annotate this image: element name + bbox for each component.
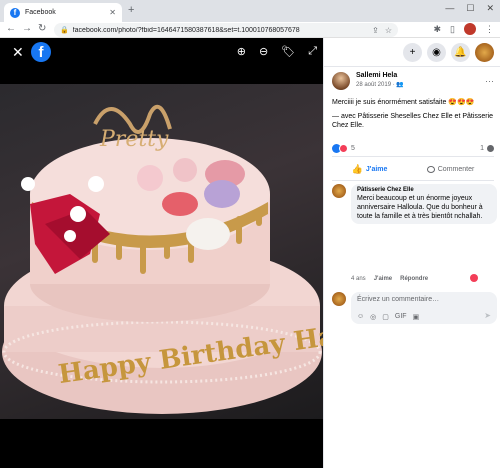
close-viewer-icon[interactable]: ✕	[12, 44, 24, 61]
url-text[interactable]: facebook.com/photo/?fbid=164647158038761…	[73, 27, 366, 34]
comment-icon	[426, 165, 435, 173]
camera-icon[interactable]: ◎	[370, 313, 376, 321]
post-actions: 👍 J'aime Commenter	[332, 160, 494, 178]
audience-icon: 👥	[396, 82, 404, 88]
address-bar[interactable]: 🔒 facebook.com/photo/?fbid=1646471580387…	[54, 23, 398, 37]
comment-age[interactable]: 4 ans	[351, 276, 366, 282]
toolbar-right: ✱ ▯ ⋮	[434, 23, 494, 35]
topper-text: Pretty	[99, 127, 169, 152]
tab-title: Facebook	[25, 9, 56, 16]
bookmark-star-icon[interactable]: ☆	[385, 26, 392, 35]
profile-avatar[interactable]	[464, 23, 476, 35]
comment-text: Merci beaucoup et un énorme joyeux anniv…	[357, 195, 483, 220]
commenter-avatar[interactable]	[332, 184, 346, 198]
comment-bubble: Pâtisserie Chez Elle Merci beaucoup et u…	[351, 184, 497, 224]
back-arrow-icon[interactable]: ←	[6, 23, 16, 34]
messenger-icon[interactable]: ◉	[427, 42, 446, 62]
cake-photo[interactable]: Pretty Happy Birthday Halloula	[0, 84, 323, 419]
browser-tab-bar: f Facebook ✕ + — ☐ ✕	[0, 0, 500, 22]
comment-label: Commenter	[437, 165, 475, 173]
composer-tools: ☺ ◎ ▢ GIF ▣	[357, 313, 419, 321]
create-icon[interactable]: +	[403, 42, 422, 62]
tab-close-icon[interactable]: ✕	[109, 8, 116, 17]
post-date[interactable]: 28 août 2019 ·	[356, 82, 396, 88]
zoom-in-icon[interactable]: ⊕	[237, 45, 246, 58]
divider	[324, 66, 500, 67]
forward-arrow-icon[interactable]: →	[22, 23, 32, 34]
love-reaction-icon	[339, 144, 348, 153]
post-tagged: — avec Pâtisserie Sheselles Chez Elle et…	[332, 113, 494, 129]
cake-illustration: Pretty Happy Birthday Halloula	[2, 104, 323, 414]
panel-top-bar: + ◉ 🔔	[323, 38, 500, 66]
browser-menu-icon[interactable]: ⋮	[485, 24, 494, 35]
notifications-icon[interactable]: 🔔	[451, 42, 470, 62]
zoom-out-icon[interactable]: ⊖	[259, 45, 268, 58]
comment-count[interactable]: 1	[480, 145, 484, 152]
reactions-summary[interactable]: 5 1	[332, 144, 494, 153]
comment-like-link[interactable]: J'aime	[374, 276, 392, 282]
post-message: Merciiii je suis énormément satisfaite 😍…	[332, 99, 475, 106]
new-tab-button[interactable]: +	[128, 4, 134, 16]
minimize-button[interactable]: —	[445, 3, 454, 14]
emoji-icon[interactable]: ☺	[357, 313, 364, 321]
post-body: Merciiii je suis énormément satisfaite 😍…	[332, 98, 494, 135]
photo-viewer: ✕ f ⊕ ⊖ 🏷 ⤢ Pretty Happy Birthday Hallou…	[0, 38, 323, 468]
comment-item: Pâtisserie Chez Elle Merci beaucoup et u…	[332, 184, 497, 224]
divider	[332, 156, 494, 157]
share-icon[interactable]: ⇪	[372, 26, 379, 35]
facebook-favicon-icon: f	[10, 7, 20, 18]
post-options-icon[interactable]: ···	[485, 76, 494, 86]
reaction-count[interactable]: 5	[351, 145, 480, 152]
comment-love-reaction-icon[interactable]	[470, 274, 478, 282]
reload-icon[interactable]: ↻	[38, 23, 46, 34]
browser-toolbar: ← → ↻ 🔒 facebook.com/photo/?fbid=1646471…	[0, 22, 500, 38]
author-avatar[interactable]	[332, 72, 350, 90]
like-label: J'aime	[365, 165, 388, 173]
fullscreen-icon[interactable]: ⤢	[308, 45, 317, 58]
gif-icon[interactable]: GIF	[395, 313, 407, 321]
post-header: Sallemi Hela 28 août 2019 · 👥	[332, 72, 404, 90]
comment-input[interactable]: Écrivez un commentaire… ☺ ◎ ▢ GIF ▣ ➤	[351, 292, 497, 324]
post-panel: + ◉ 🔔 Sallemi Hela 28 août 2019 · 👥 ··· …	[323, 38, 500, 468]
comment-meta: 4 ans J'aime Répondre	[351, 276, 428, 282]
lock-icon: 🔒	[60, 27, 69, 34]
sticker-icon[interactable]: ▢	[382, 313, 389, 321]
tag-icon[interactable]: 🏷	[281, 45, 295, 58]
comment-reply-link[interactable]: Répondre	[400, 276, 428, 282]
avatar-sticker-icon[interactable]: ▣	[413, 313, 420, 321]
viewer-tools: ⊕ ⊖ 🏷 ⤢	[237, 45, 317, 58]
composer-avatar	[332, 292, 346, 306]
like-button[interactable]: 👍 J'aime	[352, 164, 388, 175]
facebook-logo-icon[interactable]: f	[31, 42, 51, 62]
post-author[interactable]: Sallemi Hela	[356, 72, 404, 79]
window-close-button[interactable]: ✕	[486, 3, 494, 14]
maximize-button[interactable]: ☐	[466, 3, 474, 14]
thumbs-up-icon: 👍	[351, 163, 363, 174]
extensions-icon[interactable]: ✱	[434, 24, 442, 35]
account-avatar[interactable]	[475, 42, 494, 62]
send-icon[interactable]: ➤	[484, 311, 491, 320]
comment-placeholder[interactable]: Écrivez un commentaire…	[357, 296, 491, 303]
commenter-name[interactable]: Pâtisserie Chez Elle	[357, 187, 491, 193]
browser-tab[interactable]: f Facebook ✕	[4, 3, 122, 22]
window-controls: — ☐ ✕	[445, 3, 494, 14]
sidepanel-icon[interactable]: ▯	[450, 24, 455, 35]
comment-composer: Écrivez un commentaire… ☺ ◎ ▢ GIF ▣ ➤	[332, 292, 497, 324]
comment-button[interactable]: Commenter	[426, 165, 475, 173]
comment-count-icon	[487, 145, 494, 152]
divider	[332, 180, 494, 181]
